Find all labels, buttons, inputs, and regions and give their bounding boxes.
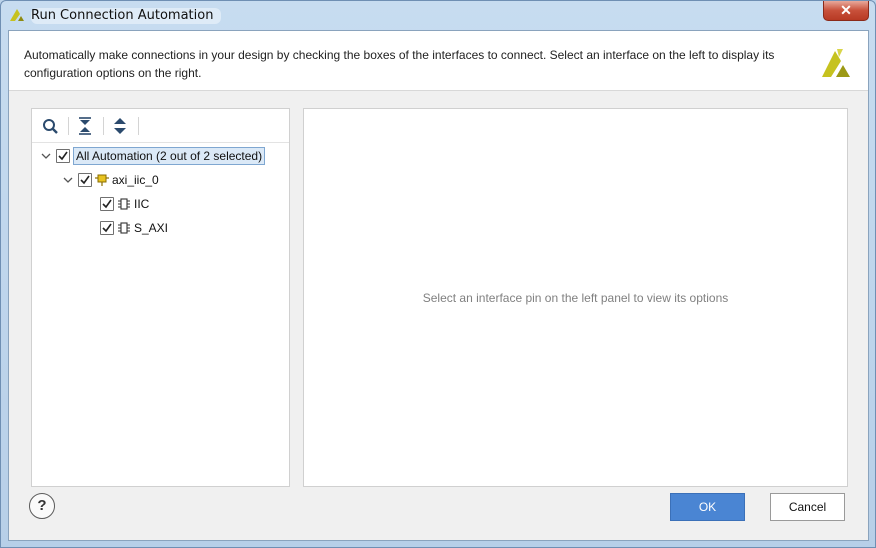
- tree-row-root[interactable]: All Automation (2 out of 2 selected): [40, 145, 266, 167]
- root-label[interactable]: All Automation (2 out of 2 selected): [73, 147, 266, 165]
- checkmark-icon: [58, 151, 68, 161]
- chevron-down-icon[interactable]: [40, 150, 52, 162]
- ok-button[interactable]: OK: [670, 493, 745, 521]
- iic-label[interactable]: IIC: [134, 197, 149, 211]
- s-axi-label[interactable]: S_AXI: [134, 221, 168, 235]
- s-axi-checkbox[interactable]: [100, 221, 114, 235]
- options-hint: Select an interface pin on the left pane…: [422, 291, 729, 305]
- search-icon[interactable]: [39, 116, 61, 136]
- cancel-button[interactable]: Cancel: [770, 493, 845, 521]
- title-bar[interactable]: Run Connection Automation ✕: [1, 1, 875, 29]
- tree-row-iic[interactable]: IIC: [100, 193, 149, 215]
- ip-label[interactable]: axi_iic_0: [112, 173, 159, 187]
- root-checkbox[interactable]: [56, 149, 70, 163]
- app-logo-icon: [10, 9, 24, 21]
- tree-toolbar: [32, 109, 289, 143]
- ip-block-icon: [95, 174, 109, 186]
- header-description: Automatically make connections in your d…: [24, 48, 775, 80]
- help-button[interactable]: ?: [29, 493, 55, 519]
- checkmark-icon: [80, 175, 90, 185]
- checkmark-icon: [102, 199, 112, 209]
- dialog-body: Automatically make connections in your d…: [8, 30, 869, 541]
- collapse-all-icon[interactable]: [74, 116, 96, 136]
- dialog-window: Run Connection Automation ✕ Automaticall…: [0, 0, 876, 548]
- options-panel: Select an interface pin on the left pane…: [303, 108, 848, 487]
- brand-logo-icon: [822, 49, 850, 77]
- close-button[interactable]: ✕: [823, 1, 869, 21]
- toolbar-separator: [138, 117, 139, 135]
- ip-checkbox[interactable]: [78, 173, 92, 187]
- expand-all-icon[interactable]: [109, 116, 131, 136]
- checkmark-icon: [102, 223, 112, 233]
- toolbar-separator: [103, 117, 104, 135]
- window-title: Run Connection Automation: [31, 8, 222, 24]
- tree-row-s-axi[interactable]: S_AXI: [100, 217, 168, 239]
- interface-tree-panel: All Automation (2 out of 2 selected) axi…: [31, 108, 290, 487]
- chevron-down-icon[interactable]: [62, 174, 74, 186]
- tree-row-ip[interactable]: axi_iic_0: [62, 169, 159, 191]
- header-panel: Automatically make connections in your d…: [9, 31, 868, 91]
- iic-checkbox[interactable]: [100, 197, 114, 211]
- toolbar-separator: [68, 117, 69, 135]
- interface-icon: [118, 198, 130, 210]
- interface-icon: [118, 222, 130, 234]
